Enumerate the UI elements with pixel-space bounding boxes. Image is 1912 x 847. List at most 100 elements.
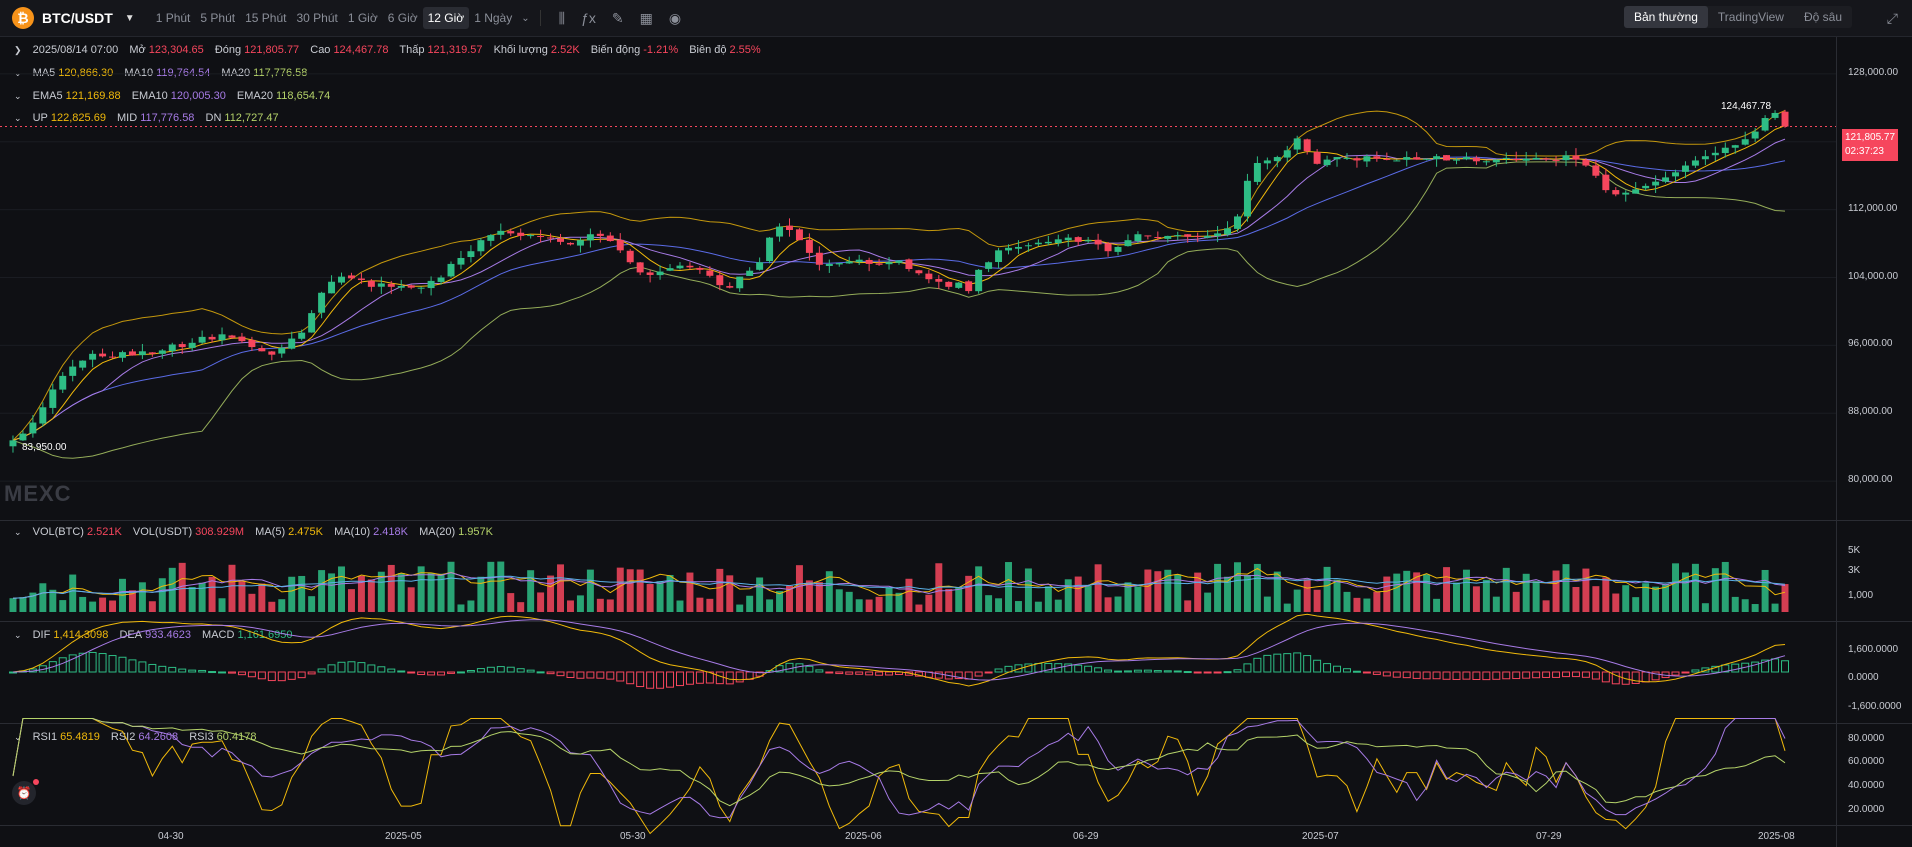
macd-bar bbox=[486, 666, 495, 673]
candle-body bbox=[238, 336, 246, 342]
candle-body bbox=[716, 275, 724, 286]
macd-bar bbox=[1442, 671, 1451, 680]
macd-bar bbox=[1492, 671, 1501, 680]
volume-bar bbox=[1323, 566, 1331, 612]
macd-bar bbox=[1123, 670, 1132, 673]
macd-bar bbox=[526, 669, 535, 673]
candle-body bbox=[1383, 158, 1391, 160]
candle-body bbox=[1512, 158, 1520, 160]
macd-bar bbox=[347, 661, 356, 673]
macd-bar bbox=[626, 671, 635, 685]
volume-bar bbox=[1014, 601, 1022, 612]
candle-body bbox=[1522, 158, 1530, 161]
candle-body bbox=[1303, 139, 1311, 152]
candle-body bbox=[835, 263, 843, 265]
candlestick-chart[interactable] bbox=[0, 0, 1912, 847]
volume-bar bbox=[1313, 589, 1321, 612]
candle-body bbox=[1482, 161, 1490, 163]
candle-body bbox=[1701, 156, 1709, 160]
price-tick: 80,000.00 bbox=[1848, 474, 1893, 486]
time-tick: 2025-07 bbox=[1302, 831, 1339, 842]
dea-line bbox=[12, 619, 1786, 681]
candle-body bbox=[9, 440, 17, 447]
macd-bar bbox=[855, 671, 864, 675]
macd-bar bbox=[1462, 671, 1471, 680]
macd-bar bbox=[228, 671, 236, 674]
volume-bar bbox=[756, 577, 764, 612]
notification-dot bbox=[33, 779, 39, 785]
macd-bar bbox=[1512, 671, 1521, 680]
macd-bar bbox=[1522, 671, 1531, 679]
candle-body bbox=[467, 251, 475, 258]
candle-body bbox=[178, 344, 186, 348]
macd-bar bbox=[675, 671, 684, 687]
volume-bar bbox=[99, 597, 107, 612]
macd-bar bbox=[1432, 671, 1441, 680]
candle-body bbox=[1572, 155, 1580, 160]
candle-body bbox=[726, 286, 734, 288]
macd-bar bbox=[1323, 663, 1332, 673]
macd-bar bbox=[695, 671, 704, 684]
candle-body bbox=[855, 259, 863, 263]
volume-bar bbox=[507, 593, 515, 612]
candle-body bbox=[1134, 234, 1142, 242]
candle-body bbox=[1293, 138, 1301, 150]
macd-bar bbox=[1671, 671, 1680, 676]
volume-bar bbox=[1084, 585, 1092, 612]
volume-bar bbox=[845, 591, 853, 612]
macd-bar bbox=[974, 671, 983, 677]
macd-bar bbox=[566, 671, 575, 679]
mexc-watermark: MEXC bbox=[4, 481, 72, 506]
macd-bar bbox=[1771, 658, 1780, 673]
volume-bar bbox=[1443, 567, 1451, 612]
macd-bar bbox=[825, 671, 834, 674]
macd-bar bbox=[327, 664, 336, 673]
macd-bar bbox=[1601, 671, 1610, 683]
macd-bar bbox=[1163, 670, 1172, 673]
volume-bar bbox=[1403, 570, 1411, 612]
candle-body bbox=[1582, 159, 1590, 166]
candle-body bbox=[1094, 239, 1102, 245]
volume-bar bbox=[19, 597, 27, 612]
candle-body bbox=[109, 356, 117, 358]
alert-bell-icon[interactable]: ⏰ bbox=[12, 781, 36, 805]
macd-bar bbox=[1074, 664, 1083, 673]
volume-bar bbox=[616, 567, 624, 612]
rsi2-line bbox=[12, 718, 1786, 819]
macd-bar bbox=[397, 670, 406, 673]
ma10-line bbox=[12, 138, 1786, 441]
candle-body bbox=[1472, 157, 1480, 162]
candle-body bbox=[198, 336, 206, 343]
macd-bar bbox=[98, 653, 107, 673]
candle-body bbox=[258, 348, 266, 352]
candle-body bbox=[706, 270, 714, 276]
candle-body bbox=[338, 276, 345, 283]
candle-body bbox=[1433, 156, 1441, 160]
volume-bar bbox=[69, 574, 77, 612]
candle-body bbox=[537, 236, 545, 238]
macd-bar bbox=[377, 666, 386, 673]
macd-bar bbox=[835, 671, 844, 675]
volume-bar bbox=[646, 584, 654, 612]
candle-body bbox=[437, 277, 445, 282]
macd-bar bbox=[1372, 671, 1381, 675]
volume-bar bbox=[447, 561, 455, 612]
macd-bar bbox=[208, 671, 217, 674]
candle-body bbox=[1034, 242, 1042, 245]
candle-body bbox=[427, 280, 435, 289]
candle-body bbox=[1114, 246, 1122, 252]
candle-body bbox=[248, 339, 256, 348]
macd-bar bbox=[118, 656, 127, 673]
volume-bar bbox=[1433, 598, 1441, 612]
volume-bar bbox=[158, 578, 166, 612]
volume-bar bbox=[1343, 591, 1351, 612]
candle-body bbox=[616, 239, 624, 251]
volume-bar bbox=[1741, 599, 1749, 612]
price-tick: 96,000.00 bbox=[1848, 338, 1893, 350]
volume-bar bbox=[795, 565, 803, 612]
volume-bar bbox=[985, 595, 993, 612]
macd-bar bbox=[1502, 671, 1511, 680]
macd-bar bbox=[1193, 671, 1202, 674]
volume-bar bbox=[1393, 573, 1401, 612]
candle-body bbox=[1632, 189, 1640, 194]
